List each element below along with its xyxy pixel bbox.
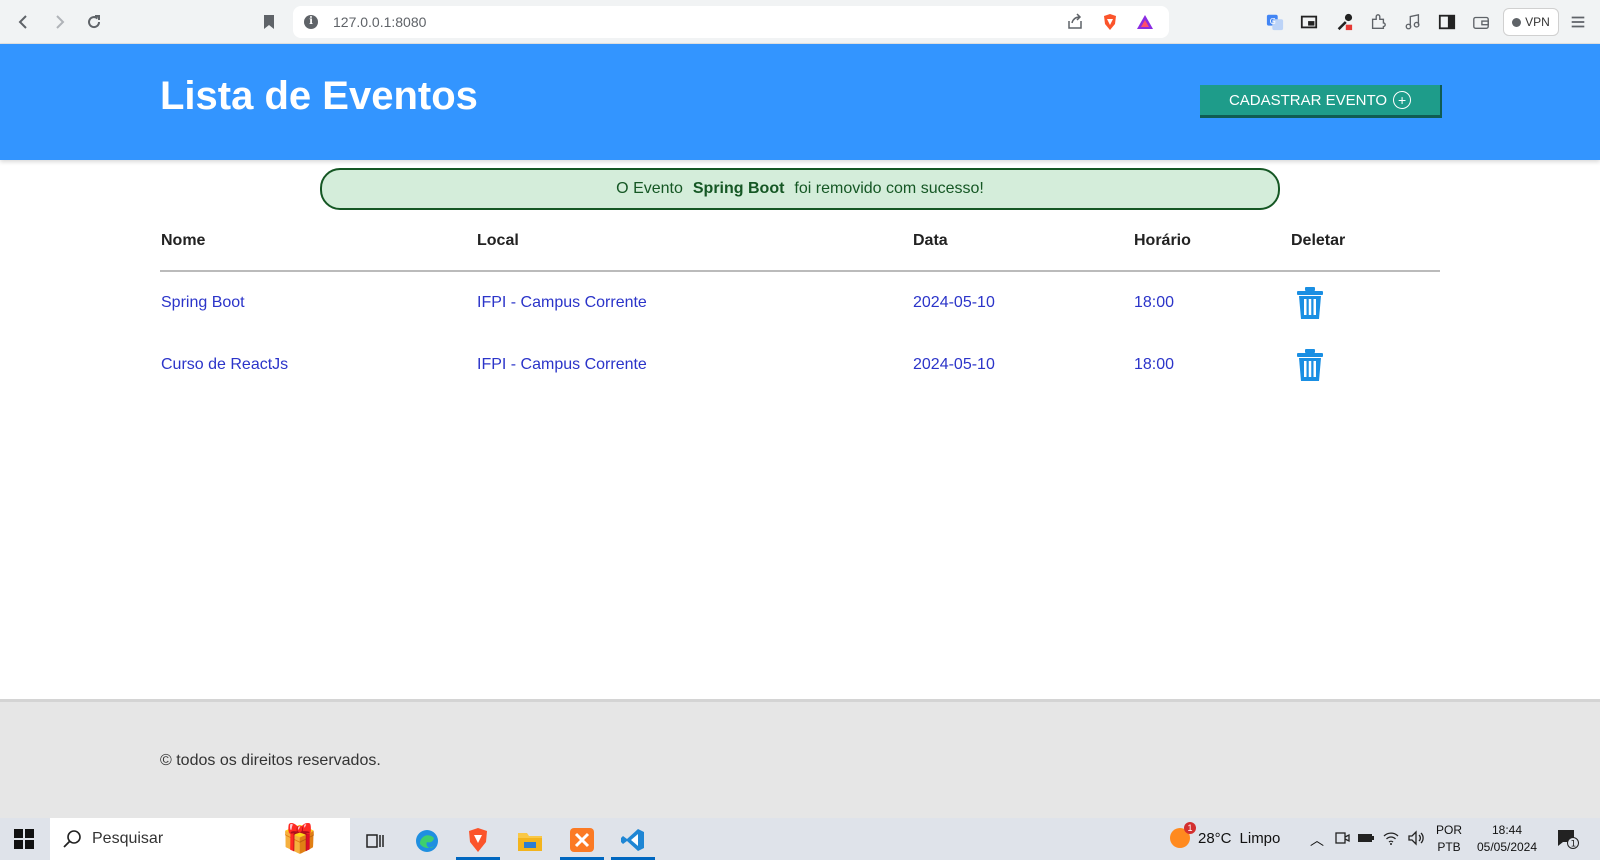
taskbar-search[interactable]: Pesquisar 🎁 <box>50 818 350 860</box>
trash-icon[interactable] <box>1296 286 1324 320</box>
page-title: Lista de Eventos <box>160 74 478 118</box>
event-date-link[interactable]: 2024-05-10 <box>913 294 995 312</box>
vpn-label: VPN <box>1525 15 1550 29</box>
weather-description: Limpo <box>1239 829 1281 847</box>
table-row: Spring Boot IFPI - Campus Corrente 2024-… <box>160 272 1440 334</box>
language-indicator[interactable]: POR PTB <box>1436 822 1462 856</box>
reload-icon[interactable] <box>82 10 106 34</box>
brave-browser-icon[interactable] <box>456 822 500 860</box>
taskbar-clock[interactable]: 18:44 05/05/2024 <box>1472 822 1542 856</box>
share-icon[interactable] <box>1066 13 1084 31</box>
picture-in-picture-icon[interactable] <box>1299 12 1319 32</box>
svg-text:G: G <box>1270 16 1276 26</box>
brave-shields-icon[interactable] <box>1101 13 1119 31</box>
taskbar-search-placeholder: Pesquisar <box>92 830 164 847</box>
header-data: Data <box>913 232 948 249</box>
chevron-up-icon[interactable]: ︿ <box>1310 830 1324 850</box>
add-event-button[interactable]: CADASTRAR EVENTO + <box>1200 85 1442 118</box>
windows-start-icon[interactable] <box>14 829 34 849</box>
weather-temperature: 28°C <box>1198 829 1232 847</box>
event-location-link[interactable]: IFPI - Campus Corrente <box>477 356 647 374</box>
music-icon[interactable] <box>1403 12 1423 32</box>
file-explorer-icon[interactable] <box>508 822 552 860</box>
app-header: Lista de Eventos CADASTRAR EVENTO + <box>0 44 1600 160</box>
success-alert: O Evento Spring Boot foi removido com su… <box>320 168 1280 210</box>
brave-rewards-icon[interactable] <box>1136 13 1154 31</box>
task-view-icon[interactable] <box>353 822 397 860</box>
vpn-button[interactable]: VPN <box>1503 8 1559 36</box>
event-location-link[interactable]: IFPI - Campus Corrente <box>477 294 647 312</box>
taskbar: Pesquisar 🎁 1 28°C Limpo ︿ POR PTB 18:44… <box>0 818 1600 860</box>
table-header: Nome Local Data Horário Deletar <box>160 226 1440 272</box>
edge-icon[interactable] <box>405 822 449 860</box>
add-event-button-label: CADASTRAR EVENTO <box>1228 91 1388 109</box>
event-name-link[interactable]: Curso de ReactJs <box>161 356 288 374</box>
menu-icon[interactable] <box>1568 12 1588 32</box>
trash-icon[interactable] <box>1296 348 1324 382</box>
vpn-status-icon <box>1512 17 1522 27</box>
bookmark-icon[interactable] <box>257 10 281 34</box>
plus-circle-icon: + <box>1393 91 1412 109</box>
browser-toolbar: i 127.0.0.1:8080 G VPN <box>0 0 1600 44</box>
clock-date: 05/05/2024 <box>1476 840 1538 854</box>
footer-copyright: © todos os direitos reservados. <box>160 752 381 769</box>
alert-event-name: Spring Boot <box>692 180 785 197</box>
battery-icon[interactable] <box>1357 830 1375 846</box>
header-local: Local <box>477 232 519 249</box>
event-date-link[interactable]: 2024-05-10 <box>913 356 995 374</box>
event-time-link[interactable]: 18:00 <box>1134 294 1174 312</box>
event-time-link[interactable]: 18:00 <box>1134 356 1174 374</box>
event-name-link[interactable]: Spring Boot <box>161 294 245 312</box>
header-horario: Horário <box>1134 232 1191 249</box>
weather-widget[interactable]: 1 28°C Limpo <box>1170 822 1281 848</box>
header-deletar: Deletar <box>1291 232 1346 249</box>
eyedropper-icon[interactable] <box>1334 12 1354 32</box>
gift-icon: 🎁 <box>282 823 317 854</box>
extensions-icon[interactable] <box>1368 12 1388 32</box>
volume-icon[interactable] <box>1407 830 1425 846</box>
wifi-icon[interactable] <box>1383 830 1399 846</box>
alert-suffix: foi removido com sucesso! <box>794 180 984 197</box>
language-top: POR <box>1436 823 1463 837</box>
clock-time: 18:44 <box>1491 823 1523 837</box>
meet-icon[interactable] <box>1334 830 1350 846</box>
notification-count: 1 <box>1571 840 1577 850</box>
page-footer: © todos os direitos reservados. <box>0 699 1600 818</box>
header-nome: Nome <box>161 232 206 249</box>
language-bottom: PTB <box>1437 840 1461 854</box>
wallet-icon[interactable] <box>1471 12 1491 32</box>
back-icon[interactable] <box>12 10 36 34</box>
weather-sun-icon: 1 <box>1170 822 1196 848</box>
translate-icon[interactable]: G <box>1265 12 1285 32</box>
address-bar[interactable]: i 127.0.0.1:8080 <box>293 6 1169 38</box>
url-text[interactable]: 127.0.0.1:8080 <box>333 14 426 30</box>
forward-icon[interactable] <box>47 10 71 34</box>
notification-center-icon[interactable]: 1 <box>1557 829 1579 849</box>
weather-badge: 1 <box>1184 822 1196 834</box>
xampp-icon[interactable] <box>560 822 604 860</box>
vscode-icon[interactable] <box>611 822 655 860</box>
sidebar-icon[interactable] <box>1437 12 1457 32</box>
alert-prefix: O Evento <box>616 180 683 197</box>
site-info-icon[interactable]: i <box>304 15 318 29</box>
table-row: Curso de ReactJs IFPI - Campus Corrente … <box>160 334 1440 396</box>
search-icon <box>63 830 81 848</box>
events-table: Nome Local Data Horário Deletar Spring B… <box>160 226 1440 396</box>
